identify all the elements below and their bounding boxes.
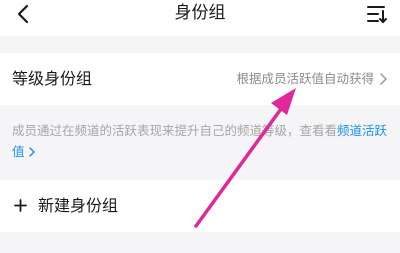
new-role-group-label: 新建身份组	[38, 196, 119, 215]
top-bar: 身份组	[0, 0, 400, 36]
level-role-group-value: 根据成员活跃值自动获得	[236, 71, 374, 86]
chevron-right-icon[interactable]	[28, 147, 36, 157]
new-role-group-button[interactable]: 新建身份组	[0, 180, 400, 232]
page-title: 身份组	[174, 3, 226, 23]
plus-icon	[14, 199, 27, 212]
chevron-right-icon	[380, 73, 387, 85]
level-role-group-row[interactable]: 等级身份组 根据成员活跃值自动获得	[0, 53, 400, 105]
level-role-group-label: 等级身份组	[12, 69, 93, 88]
level-description: 成员通过在频道的活跃表现来提升自己的频道等级，查看看频道活跃值	[12, 120, 392, 162]
description-text: 成员通过在频道的活跃表现来提升自己的频道等级，查看看	[12, 123, 338, 138]
sort-icon[interactable]	[366, 4, 388, 24]
